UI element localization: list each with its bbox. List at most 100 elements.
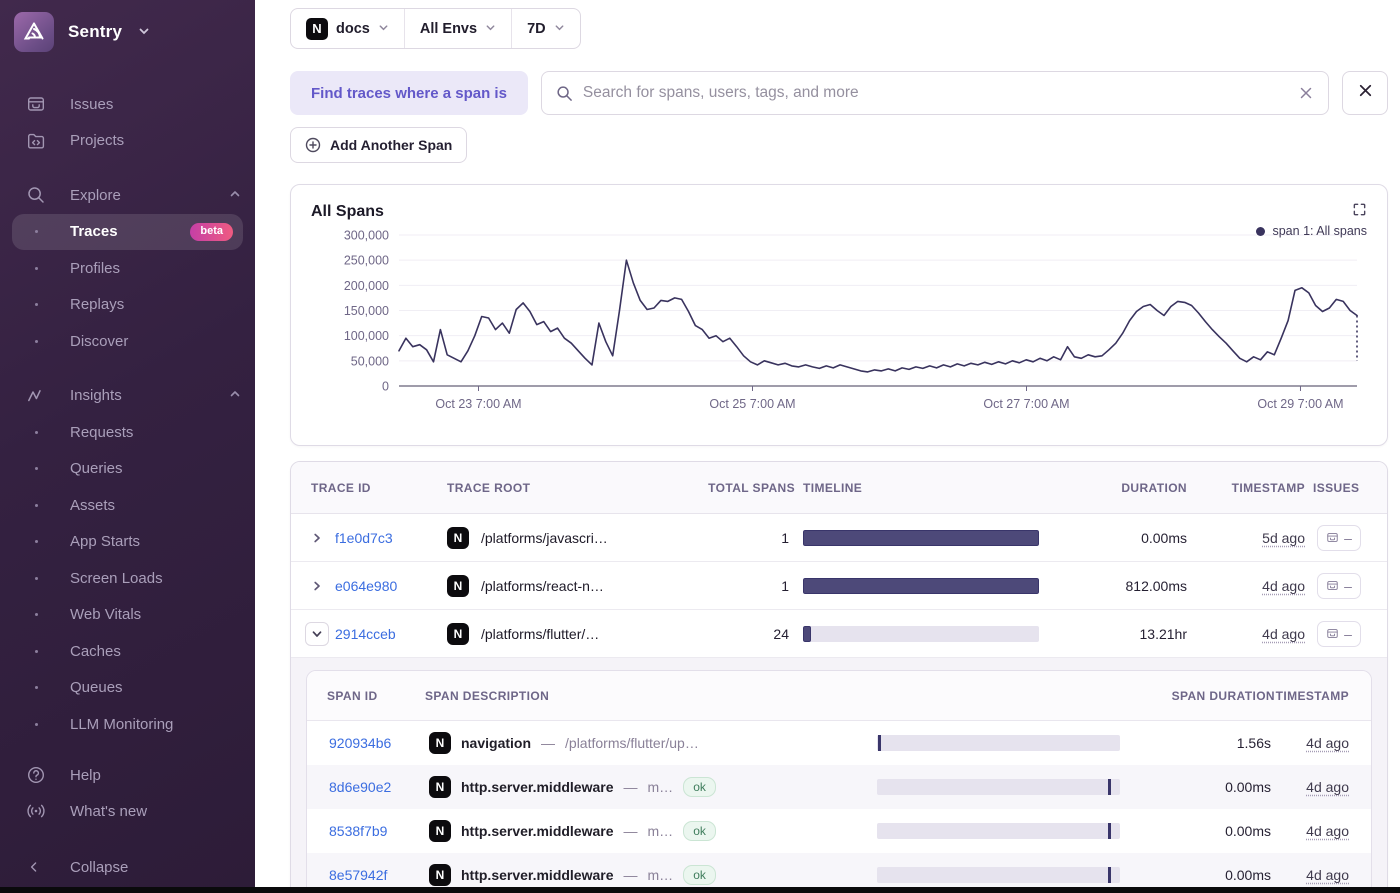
span-status-badge: ok bbox=[683, 865, 716, 885]
traces-table-panel: Trace IDTrace RootTotal SpansTimelineDur… bbox=[290, 461, 1388, 893]
sidebar-item-queries[interactable]: Queries bbox=[0, 451, 255, 488]
trace-id-link[interactable]: e064e980 bbox=[335, 578, 397, 594]
span-timestamp[interactable]: 4d ago bbox=[1275, 867, 1371, 883]
span-id-link[interactable]: 8538f7b9 bbox=[329, 823, 387, 839]
sidebar-item-label: Profiles bbox=[70, 260, 241, 277]
span-duration: 1.56s bbox=[1145, 735, 1275, 751]
sidebar-collapse-button[interactable]: Collapse bbox=[0, 849, 255, 885]
sidebar-item-issues[interactable]: Issues bbox=[0, 86, 255, 123]
separator: — bbox=[541, 735, 555, 751]
add-another-span-button[interactable]: Add Another Span bbox=[290, 127, 467, 163]
trace-timestamp[interactable]: 4d ago bbox=[1191, 578, 1309, 594]
span-id-link[interactable]: 8e57942f bbox=[329, 867, 387, 883]
expanded-trace-zone: Span IDSpan DescriptionSpan DurationTime… bbox=[291, 658, 1387, 893]
span-timestamp[interactable]: 4d ago bbox=[1275, 735, 1371, 751]
span-filter-prefix[interactable]: Find traces where a span is bbox=[290, 71, 528, 115]
bullet-icon bbox=[26, 230, 46, 233]
projects-icon bbox=[26, 131, 46, 151]
traces-table-header: Trace IDTrace RootTotal SpansTimelineDur… bbox=[291, 462, 1387, 514]
plus-circle-icon bbox=[305, 137, 321, 153]
sidebar-item-requests[interactable]: Requests bbox=[0, 414, 255, 451]
chevron-down-icon bbox=[554, 21, 565, 37]
issues-icon bbox=[1326, 627, 1339, 640]
sidebar-item-replays[interactable]: Replays bbox=[0, 287, 255, 324]
close-icon bbox=[1357, 82, 1374, 104]
svg-text:300,000: 300,000 bbox=[344, 229, 389, 243]
sidebar-item-help[interactable]: Help bbox=[0, 757, 255, 793]
sidebar-item-caches[interactable]: Caches bbox=[0, 633, 255, 670]
svg-text:Oct 27 7:00 AM: Oct 27 7:00 AM bbox=[983, 397, 1069, 411]
span-search-input[interactable] bbox=[583, 84, 1288, 102]
bullet-icon bbox=[26, 340, 46, 343]
sidebar-item-web-vitals[interactable]: Web Vitals bbox=[0, 597, 255, 634]
sidebar-item-queues[interactable]: Queues bbox=[0, 670, 255, 707]
column-header-issues: Issues bbox=[1309, 481, 1387, 495]
table-row[interactable]: e064e980 N/platforms/react-n… 1 812.00ms… bbox=[291, 562, 1387, 610]
environment-filter-dropdown[interactable]: All Envs bbox=[405, 9, 512, 48]
bullet-icon bbox=[26, 303, 46, 306]
sidebar-item-discover[interactable]: Discover bbox=[0, 323, 255, 360]
legend-marker-icon bbox=[1256, 227, 1265, 236]
issues-count-pill[interactable]: – bbox=[1317, 621, 1361, 647]
column-header-total-spans: Total Spans bbox=[703, 481, 799, 495]
expand-chart-icon[interactable] bbox=[1352, 202, 1367, 217]
issues-count-pill[interactable]: – bbox=[1317, 525, 1361, 551]
project-filter-dropdown[interactable]: N docs bbox=[291, 9, 405, 48]
sidebar-item-llm-monitoring[interactable]: LLM Monitoring bbox=[0, 706, 255, 743]
remove-span-filter-button[interactable] bbox=[1342, 71, 1388, 115]
span-id-link[interactable]: 8d6e90e2 bbox=[329, 779, 391, 795]
span-row[interactable]: 920934b6 Nnavigation—/platforms/flutter/… bbox=[307, 721, 1371, 765]
chart-legend-item[interactable]: span 1: All spans bbox=[1256, 224, 1367, 238]
sidebar-item-profiles[interactable]: Profiles bbox=[0, 250, 255, 287]
sidebar-item-traces[interactable]: Tracesbeta bbox=[12, 214, 243, 251]
issues-count-pill[interactable]: – bbox=[1317, 573, 1361, 599]
sidebar-item-assets[interactable]: Assets bbox=[0, 487, 255, 524]
sidebar-item-label: App Starts bbox=[70, 533, 241, 550]
bullet-icon bbox=[26, 650, 46, 653]
timeline-bar bbox=[803, 578, 1039, 594]
sidebar-nav: Issues Projects Explore Tracesbeta Profi… bbox=[0, 86, 255, 743]
sidebar-item-label: Queues bbox=[70, 679, 241, 696]
chart-title: All Spans bbox=[311, 203, 1367, 221]
trace-id-link[interactable]: f1e0d7c3 bbox=[335, 530, 393, 546]
issues-icon bbox=[26, 94, 46, 114]
table-row[interactable]: f1e0d7c3 N/platforms/javascri… 1 0.00ms … bbox=[291, 514, 1387, 562]
trace-root: /platforms/react-n… bbox=[481, 578, 604, 594]
issues-icon bbox=[1326, 579, 1339, 592]
help-icon bbox=[26, 765, 46, 785]
date-range-dropdown[interactable]: 7D bbox=[512, 9, 580, 48]
column-header-span-duration: Span Duration bbox=[1145, 689, 1275, 703]
expand-row-icon[interactable] bbox=[305, 532, 329, 544]
clear-search-icon[interactable] bbox=[1298, 85, 1314, 101]
sidebar-item-screen-loads[interactable]: Screen Loads bbox=[0, 560, 255, 597]
sidebar-item-app-starts[interactable]: App Starts bbox=[0, 524, 255, 561]
span-row[interactable]: 8d6e90e2 Nhttp.server.middleware—m…ok 0.… bbox=[307, 765, 1371, 809]
sidebar-item-label: Discover bbox=[70, 333, 241, 350]
sidebar-item-label: Caches bbox=[70, 643, 241, 660]
bullet-icon bbox=[26, 431, 46, 434]
trace-id-link[interactable]: 2914cceb bbox=[335, 626, 396, 642]
span-timestamp[interactable]: 4d ago bbox=[1275, 823, 1371, 839]
trace-timestamp[interactable]: 5d ago bbox=[1191, 530, 1309, 546]
column-header-trace-id: Trace ID bbox=[291, 481, 443, 495]
sidebar-item-label: Requests bbox=[70, 424, 241, 441]
column-header-timestamp: Timestamp bbox=[1275, 689, 1371, 703]
caret-up-icon bbox=[229, 187, 241, 204]
span-row[interactable]: 8538f7b9 Nhttp.server.middleware—m…ok 0.… bbox=[307, 809, 1371, 853]
column-header-trace-root: Trace Root bbox=[443, 481, 703, 495]
sidebar-section-insights[interactable]: Insights bbox=[0, 378, 255, 415]
span-op: http.server.middleware bbox=[461, 779, 614, 795]
sidebar-item-what-s-new[interactable]: What's new bbox=[0, 793, 255, 829]
span-id-link[interactable]: 920934b6 bbox=[329, 735, 391, 751]
sidebar-section-label: Explore bbox=[70, 187, 229, 204]
span-timeline-bar bbox=[877, 735, 1120, 751]
trace-timestamp[interactable]: 4d ago bbox=[1191, 626, 1309, 642]
table-row[interactable]: 2914cceb N/platforms/flutter/… 24 13.21h… bbox=[291, 610, 1387, 658]
span-timestamp[interactable]: 4d ago bbox=[1275, 779, 1371, 795]
column-header-timestamp: Timestamp bbox=[1191, 481, 1309, 495]
collapse-row-button[interactable] bbox=[305, 622, 329, 646]
expand-row-icon[interactable] bbox=[305, 580, 329, 592]
org-switcher[interactable]: Sentry bbox=[0, 0, 255, 64]
sidebar-section-explore[interactable]: Explore bbox=[0, 177, 255, 214]
sidebar-item-projects[interactable]: Projects bbox=[0, 123, 255, 160]
